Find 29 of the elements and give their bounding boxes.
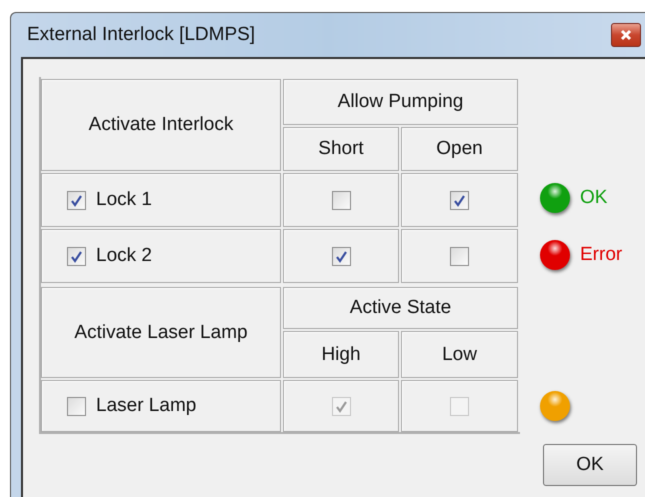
checkbox[interactable] bbox=[450, 246, 469, 266]
checkbox-label: Laser Lamp bbox=[96, 395, 196, 417]
column-heading: Low bbox=[442, 344, 477, 366]
checkbox[interactable] bbox=[332, 246, 350, 266]
checkbox[interactable] bbox=[67, 190, 86, 210]
check-icon bbox=[70, 194, 83, 206]
checkbox[interactable] bbox=[332, 190, 350, 210]
close-icon bbox=[620, 29, 632, 41]
column-heading: Activate Interlock bbox=[88, 114, 234, 136]
checkbox[interactable] bbox=[67, 396, 86, 416]
column-heading: Short bbox=[318, 138, 364, 160]
check-icon bbox=[334, 400, 348, 412]
window-title: External Interlock [LDMPS] bbox=[27, 24, 256, 46]
group-heading: Allow Pumping bbox=[338, 91, 464, 113]
close-button[interactable] bbox=[611, 23, 641, 47]
ok-button[interactable]: OK bbox=[543, 444, 637, 486]
group-heading: Active State bbox=[350, 297, 452, 319]
checkbox-label: Lock 1 bbox=[96, 189, 152, 211]
status-label: Error bbox=[580, 244, 622, 266]
status-label: OK bbox=[580, 186, 608, 209]
column-heading: Open bbox=[436, 138, 483, 160]
checkbox[interactable] bbox=[67, 246, 86, 266]
check-icon bbox=[453, 194, 466, 206]
checkbox-label: Lock 2 bbox=[96, 245, 152, 267]
column-heading: Activate Laser Lamp bbox=[74, 322, 248, 344]
column-heading: High bbox=[321, 344, 361, 366]
check-icon bbox=[70, 250, 83, 262]
checkbox[interactable] bbox=[450, 190, 469, 210]
check-icon bbox=[334, 250, 348, 262]
